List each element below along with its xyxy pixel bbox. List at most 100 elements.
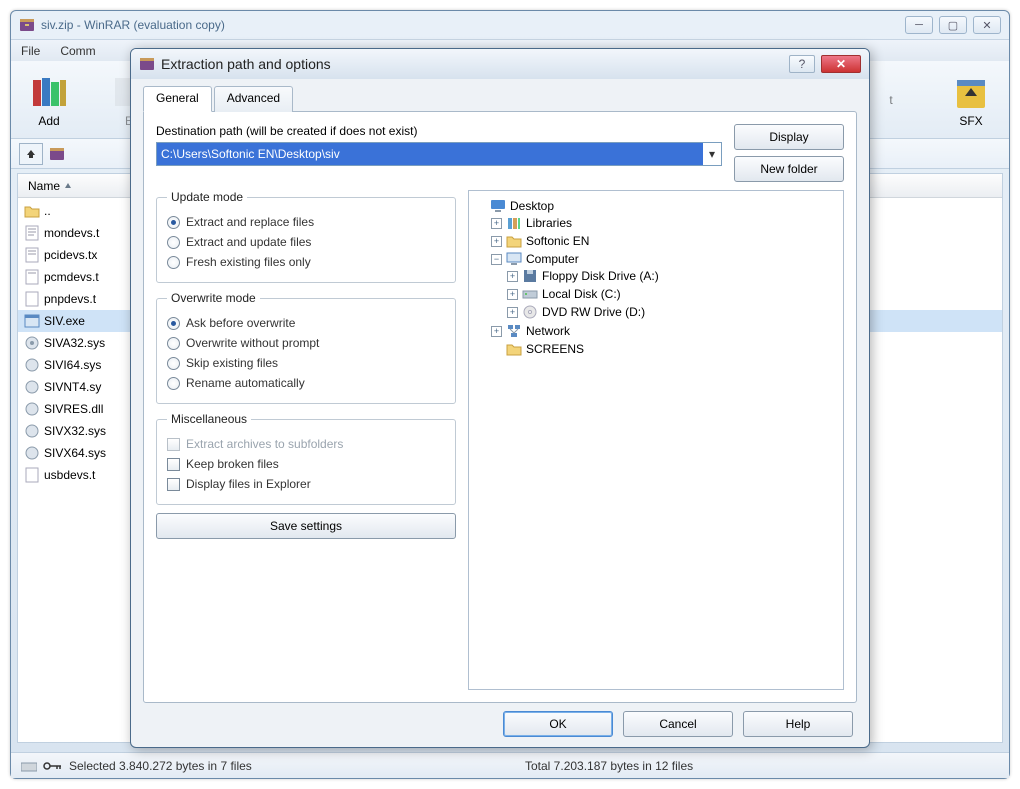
dialog-titlebar[interactable]: Extraction path and options ? ✕ xyxy=(131,49,869,79)
titlebar[interactable]: siv.zip - WinRAR (evaluation copy) ─ ▢ ✕ xyxy=(11,11,1009,39)
toolbar-add-label: Add xyxy=(38,114,59,128)
network-icon xyxy=(506,323,522,339)
radio-fresh-only[interactable]: Fresh existing files only xyxy=(167,252,445,272)
save-settings-button[interactable]: Save settings xyxy=(156,513,456,539)
help-button[interactable]: Help xyxy=(743,711,853,737)
toolbar-add[interactable]: Add xyxy=(19,72,79,128)
update-mode-legend: Update mode xyxy=(167,190,247,204)
cancel-button[interactable]: Cancel xyxy=(623,711,733,737)
radio-icon xyxy=(167,377,180,390)
text-icon xyxy=(24,467,40,483)
radio-overwrite-noprompt[interactable]: Overwrite without prompt xyxy=(167,333,445,353)
radio-ask-before[interactable]: Ask before overwrite xyxy=(167,313,445,333)
window-title: siv.zip - WinRAR (evaluation copy) xyxy=(41,18,225,32)
dialog-help-button[interactable]: ? xyxy=(789,55,815,73)
tree-computer[interactable]: −Computer xyxy=(491,251,837,267)
menu-file[interactable]: File xyxy=(17,42,44,60)
radio-skip-existing[interactable]: Skip existing files xyxy=(167,353,445,373)
archive-icon xyxy=(49,146,65,162)
tab-general[interactable]: General xyxy=(143,86,212,112)
sys-icon xyxy=(24,423,40,439)
disk-icon xyxy=(522,286,538,302)
sort-asc-icon xyxy=(64,182,72,190)
exe-icon xyxy=(24,313,40,329)
update-mode-group: Update mode Extract and replace files Ex… xyxy=(156,190,456,283)
check-keep-broken[interactable]: Keep broken files xyxy=(167,454,445,474)
dvd-icon xyxy=(522,304,538,320)
checkbox-icon xyxy=(167,438,180,451)
expand-icon[interactable]: + xyxy=(491,326,502,337)
dialog-title: Extraction path and options xyxy=(161,56,783,72)
tabstrip: General Advanced xyxy=(143,85,857,111)
tab-panel-general: Destination path (will be created if doe… xyxy=(143,111,857,703)
status-selected: Selected 3.840.272 bytes in 7 files xyxy=(69,759,252,773)
tree-desktop[interactable]: Desktop xyxy=(475,198,837,214)
folder-tree[interactable]: Desktop +Libraries +Softonic EN −Compute… xyxy=(468,190,844,690)
misc-legend: Miscellaneous xyxy=(167,412,251,426)
chevron-down-icon[interactable]: ▾ xyxy=(703,147,721,161)
tree-localdisk[interactable]: +Local Disk (C:) xyxy=(507,286,837,302)
sys-icon xyxy=(24,357,40,373)
expand-icon[interactable]: + xyxy=(507,271,518,282)
statusbar: Selected 3.840.272 bytes in 7 files Tota… xyxy=(11,752,1009,778)
up-button[interactable] xyxy=(19,143,43,165)
menu-commands[interactable]: Comm xyxy=(56,42,99,60)
expand-icon[interactable]: + xyxy=(507,307,518,318)
tree-network[interactable]: +Network xyxy=(491,323,837,339)
radio-extract-update[interactable]: Extract and update files xyxy=(167,232,445,252)
toolbar-right[interactable]: t xyxy=(861,93,921,107)
radio-icon xyxy=(167,317,180,330)
winrar-icon xyxy=(19,17,35,33)
dialog-close-button[interactable]: ✕ xyxy=(821,55,861,73)
collapse-icon[interactable]: − xyxy=(491,254,502,265)
expand-icon[interactable]: + xyxy=(491,218,502,229)
text-icon xyxy=(24,269,40,285)
new-folder-button[interactable]: New folder xyxy=(734,156,844,182)
tree-libraries[interactable]: +Libraries xyxy=(491,215,837,231)
floppy-icon xyxy=(522,268,538,284)
tree-floppy[interactable]: +Floppy Disk Drive (A:) xyxy=(507,268,837,284)
expand-icon[interactable]: + xyxy=(507,289,518,300)
dest-path-combo[interactable]: ▾ xyxy=(156,142,722,166)
misc-group: Miscellaneous Extract archives to subfol… xyxy=(156,412,456,505)
dest-path-label: Destination path (will be created if doe… xyxy=(156,124,722,138)
folder-up-icon xyxy=(24,203,40,219)
checkbox-icon xyxy=(167,458,180,471)
checkbox-icon xyxy=(167,478,180,491)
close-button[interactable]: ✕ xyxy=(973,16,1001,34)
radio-icon xyxy=(167,256,180,269)
key-icon xyxy=(43,761,63,771)
radio-extract-replace[interactable]: Extract and replace files xyxy=(167,212,445,232)
toolbar-sfx-label: SFX xyxy=(959,114,982,128)
monitor-icon xyxy=(490,198,506,214)
dest-path-input[interactable] xyxy=(157,143,703,165)
tree-screens[interactable]: SCREENS xyxy=(491,341,837,357)
check-extract-subfolders: Extract archives to subfolders xyxy=(167,434,445,454)
tab-advanced[interactable]: Advanced xyxy=(214,86,293,112)
radio-rename-auto[interactable]: Rename automatically xyxy=(167,373,445,393)
status-total: Total 7.203.187 bytes in 12 files xyxy=(525,759,999,773)
expand-icon[interactable]: + xyxy=(491,236,502,247)
tree-dvd[interactable]: +DVD RW Drive (D:) xyxy=(507,304,837,320)
ok-button[interactable]: OK xyxy=(503,711,613,737)
minimize-button[interactable]: ─ xyxy=(905,16,933,34)
radio-icon xyxy=(167,216,180,229)
sys-icon xyxy=(24,335,40,351)
sys-icon xyxy=(24,401,40,417)
disk-icon xyxy=(21,759,37,773)
maximize-button[interactable]: ▢ xyxy=(939,16,967,34)
sys-icon xyxy=(24,379,40,395)
toolbar-sfx[interactable]: SFX xyxy=(941,72,1001,128)
check-display-explorer[interactable]: Display files in Explorer xyxy=(167,474,445,494)
display-button[interactable]: Display xyxy=(734,124,844,150)
folder-icon xyxy=(506,341,522,357)
overwrite-mode-group: Overwrite mode Ask before overwrite Over… xyxy=(156,291,456,404)
extraction-dialog: Extraction path and options ? ✕ General … xyxy=(130,48,870,748)
col-name: Name xyxy=(28,179,60,193)
text-icon xyxy=(24,291,40,307)
folder-icon xyxy=(506,233,522,249)
radio-icon xyxy=(167,236,180,249)
radio-icon xyxy=(167,357,180,370)
radio-icon xyxy=(167,337,180,350)
tree-softonic[interactable]: +Softonic EN xyxy=(491,233,837,249)
